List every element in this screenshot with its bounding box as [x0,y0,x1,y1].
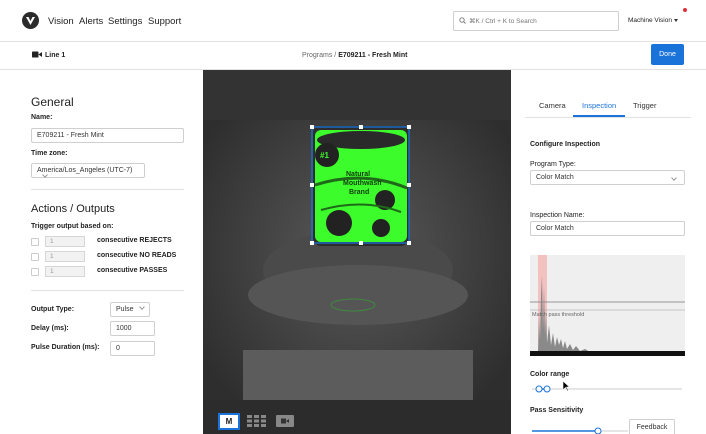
divider [31,290,184,291]
roi-handle[interactable] [359,125,363,129]
video-camera-icon [32,51,42,58]
nav-vision[interactable]: Vision [48,16,74,27]
name-field[interactable]: E709211 - Fresh Mint [31,128,184,143]
output-type-label: Output Type: [31,306,75,313]
trigger-label: Trigger output based on: [31,223,114,230]
chevron-down-icon [671,175,677,181]
passes-count[interactable]: 1 [45,266,85,277]
roi-handle[interactable] [407,183,411,187]
pulse-duration-label: Pulse Duration (ms): [31,344,100,351]
pass-sensitivity-slider[interactable] [530,425,630,434]
breadcrumb: Programs / E709211 - Fresh Mint [302,52,407,59]
line-label: Line 1 [45,52,66,59]
settings-panel: General Name: E709211 - Fresh Mint Time … [0,70,203,434]
program-type-select[interactable]: Color Match [530,170,685,185]
roi-handle[interactable] [310,183,314,187]
roi-handle[interactable] [310,241,314,245]
nav-alerts[interactable]: Alerts [79,16,103,27]
tabs-divider [525,117,691,118]
name-label: Name: [31,114,53,121]
roi-selection[interactable] [203,70,511,434]
caret-down-icon [673,18,678,22]
general-heading: General [31,95,74,109]
timezone-select[interactable]: America/Los_Angeles (UTC-7) [31,163,145,178]
chevron-down-icon [138,304,145,310]
color-range-label: Color range [530,371,570,378]
inspection-name-label: Inspection Name: [530,212,585,219]
app-logo[interactable] [22,12,39,29]
camera-view-icon[interactable] [276,415,294,427]
actions-heading: Actions / Outputs [31,203,115,215]
nav-support[interactable]: Support [148,16,181,27]
rejects-label: consecutive REJECTS [97,237,172,244]
timezone-label: Time zone: [31,150,68,157]
configure-heading: Configure Inspection [530,141,600,148]
search-box[interactable] [453,11,619,31]
machine-selector[interactable]: Machine Vision [628,17,678,24]
pulse-duration-field[interactable]: 0 [110,341,155,356]
threshold-label: Match pass threshold [532,312,585,318]
breadcrumb-programs[interactable]: Programs [302,52,332,59]
tab-trigger[interactable]: Trigger [633,101,656,110]
histogram-chart [530,255,685,356]
noreads-checkbox[interactable] [31,253,39,261]
mouse-cursor-icon [562,380,570,392]
color-histogram[interactable]: Match pass threshold [530,255,685,356]
program-header: Line 1 Programs / E709211 - Fresh Mint D… [0,42,706,70]
feedback-button[interactable]: Feedback [629,419,675,434]
rejects-count[interactable]: 1 [45,236,85,247]
tab-camera[interactable]: Camera [539,101,566,110]
camera-view[interactable]: #1 Natural Mouthwash Brand M [203,70,511,434]
timezone-value: America/Los_Angeles (UTC-7) [37,167,133,174]
rejects-checkbox[interactable] [31,238,39,246]
inspection-name-field[interactable]: Color Match [530,221,685,236]
divider [31,189,184,190]
color-range-slider[interactable] [530,383,690,395]
top-nav: Vision Alerts Settings Support Machine V… [0,0,706,42]
search-input[interactable] [469,14,615,28]
program-type-value: Color Match [536,174,574,181]
noreads-label: consecutive NO READS [97,252,177,259]
grid-view-icon[interactable] [247,415,267,427]
done-button[interactable]: Done [651,44,684,65]
passes-checkbox[interactable] [31,268,39,276]
inspection-panel: Camera Inspection Trigger Configure Insp… [511,70,706,434]
roi-handle[interactable] [359,241,363,245]
tab-inspection[interactable]: Inspection [582,101,616,110]
roi-handle[interactable] [310,125,314,129]
passes-label: consecutive PASSES [97,267,168,274]
active-tab-indicator [573,115,625,117]
logo-icon [26,17,35,25]
nav-settings[interactable]: Settings [108,16,142,27]
delay-field[interactable]: 1000 [110,321,155,336]
breadcrumb-current: E709211 - Fresh Mint [338,52,408,59]
search-icon [459,17,466,24]
roi-handle[interactable] [407,125,411,129]
delay-label: Delay (ms): [31,325,69,332]
notification-dot [683,8,687,12]
machine-label: Machine Vision [628,17,672,24]
noreads-count[interactable]: 1 [45,251,85,262]
view-mode-button[interactable]: M [218,413,240,430]
program-type-label: Program Type: [530,161,576,168]
pass-sensitivity-label: Pass Sensitivity [530,407,584,414]
output-type-value: Pulse [116,306,134,313]
output-type-select[interactable]: Pulse [110,302,150,317]
roi-handle[interactable] [407,241,411,245]
